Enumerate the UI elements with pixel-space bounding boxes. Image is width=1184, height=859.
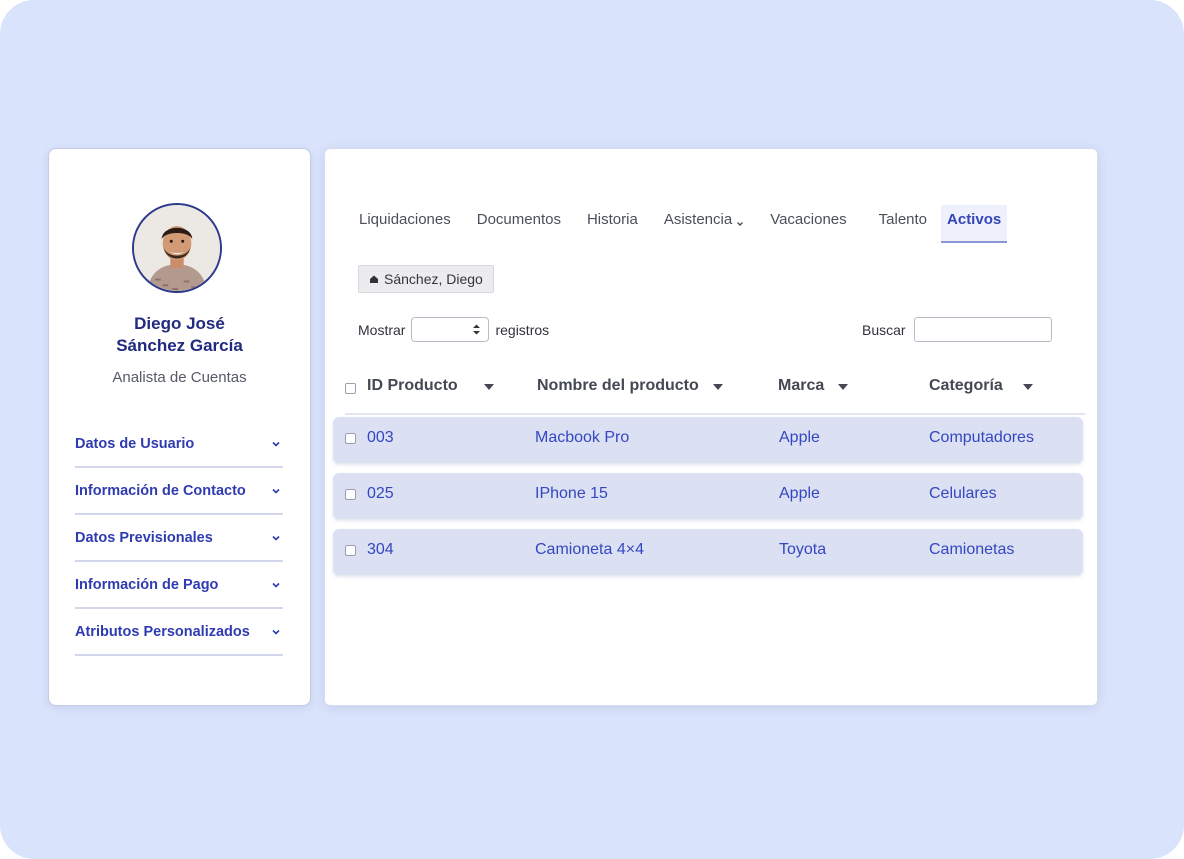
chevron-down-icon [271,486,281,496]
column-header-marca[interactable]: Marca [778,377,849,395]
employee-chip[interactable]: Sánchez, Diego [358,265,494,293]
cell-brand: Apple [779,485,820,502]
column-header-nombre[interactable]: Nombre del producto [537,377,723,395]
caret-down-icon [838,377,849,395]
menu-item-datos-previsionales[interactable]: Datos Previsionales [75,515,283,562]
entries-select[interactable] [411,317,490,342]
search-input[interactable] [913,317,1052,342]
cell-brand: Toyota [779,541,827,558]
cell-name: Macbook Pro [535,429,630,446]
tab-documentos[interactable]: Documentos [477,205,561,243]
menu-item-label: Información de Pago [75,576,219,593]
column-header-label: Nombre del producto [537,377,699,394]
tab-historia[interactable]: Historia [587,205,638,243]
select-all-checkbox[interactable] [345,383,356,394]
chip-label: Sánchez, Diego [384,271,483,287]
row-checkbox[interactable] [345,489,356,500]
chevron-down-icon [271,533,281,543]
column-header-label: Categoría [929,377,1003,394]
tab-label: Asistencia [663,211,733,228]
cell-category: Celulares [929,485,997,502]
chevron-down-icon [271,439,281,449]
menu-item-label: Atributos Personalizados [75,623,250,640]
profile-card: Diego José Sánchez García Analista de Cu… [48,148,311,706]
cell-name: Camioneta 4×4 [535,541,644,558]
tab-vacaciones[interactable]: Vacaciones [770,205,846,243]
profile-role: Analista de Cuentas [112,369,247,386]
tab-talento[interactable]: Talento [879,205,927,243]
cell-id: 025 [367,485,394,502]
chevron-down-icon [271,580,281,590]
cell-id: 304 [367,541,394,558]
records-label: registros [495,321,550,338]
table-row[interactable]: 025 IPhone 15 Apple Celulares [333,473,1083,519]
column-header-id[interactable]: ID Producto [367,377,494,395]
column-header-categoria[interactable]: Categoría [929,377,1033,395]
search-label: Buscar [862,321,906,338]
menu-item-informacion-pago[interactable]: Información de Pago [75,562,283,609]
profile-name: Diego José Sánchez García [49,313,310,357]
chevron-down-icon [736,215,744,232]
table-header: ID Producto Nombre del producto Marca Ca… [345,371,1085,415]
profile-name-line2: Sánchez García [116,336,243,355]
show-entries-control: Mostrar registros [358,317,549,342]
caret-down-icon [712,377,723,395]
menu-item-informacion-contacto[interactable]: Información de Contacto [75,468,283,515]
profile-menu: Datos de Usuario Información de Contacto… [75,421,283,656]
tab-liquidaciones[interactable]: Liquidaciones [359,205,451,243]
cell-category: Computadores [929,429,1034,446]
chevron-down-icon [271,627,281,637]
menu-item-atributos-personalizados[interactable]: Atributos Personalizados [75,609,283,656]
tab-asistencia[interactable]: Asistencia [664,205,744,243]
avatar [132,203,222,293]
user-photo-icon [134,205,220,291]
row-checkbox[interactable] [345,545,356,556]
cell-id: 003 [367,429,394,446]
cell-brand: Apple [779,429,820,446]
table-row[interactable]: 003 Macbook Pro Apple Computadores [333,417,1083,463]
column-header-label: ID Producto [367,377,458,394]
row-checkbox[interactable] [345,433,356,444]
tab-bar: Liquidaciones Documentos Historia Asiste… [359,205,1008,243]
menu-item-label: Información de Contacto [75,482,246,499]
menu-item-label: Datos de Usuario [75,435,195,452]
caret-down-icon [1022,377,1033,395]
cell-name: IPhone 15 [535,485,608,502]
search-control: Buscar [862,317,1052,342]
updown-icon [472,323,481,339]
caret-down-icon [483,377,494,395]
cell-category: Camionetas [929,541,1015,558]
show-label: Mostrar [358,321,406,338]
tab-activos[interactable]: Activos [941,205,1008,243]
main-card: Liquidaciones Documentos Historia Asiste… [324,148,1098,706]
menu-item-datos-usuario[interactable]: Datos de Usuario [75,421,283,468]
profile-name-line1: Diego José [134,314,225,333]
column-header-label: Marca [778,377,825,394]
table-row[interactable]: 304 Camioneta 4×4 Toyota Camionetas [333,529,1083,575]
home-icon [369,271,379,287]
menu-item-label: Datos Previsionales [75,529,213,546]
